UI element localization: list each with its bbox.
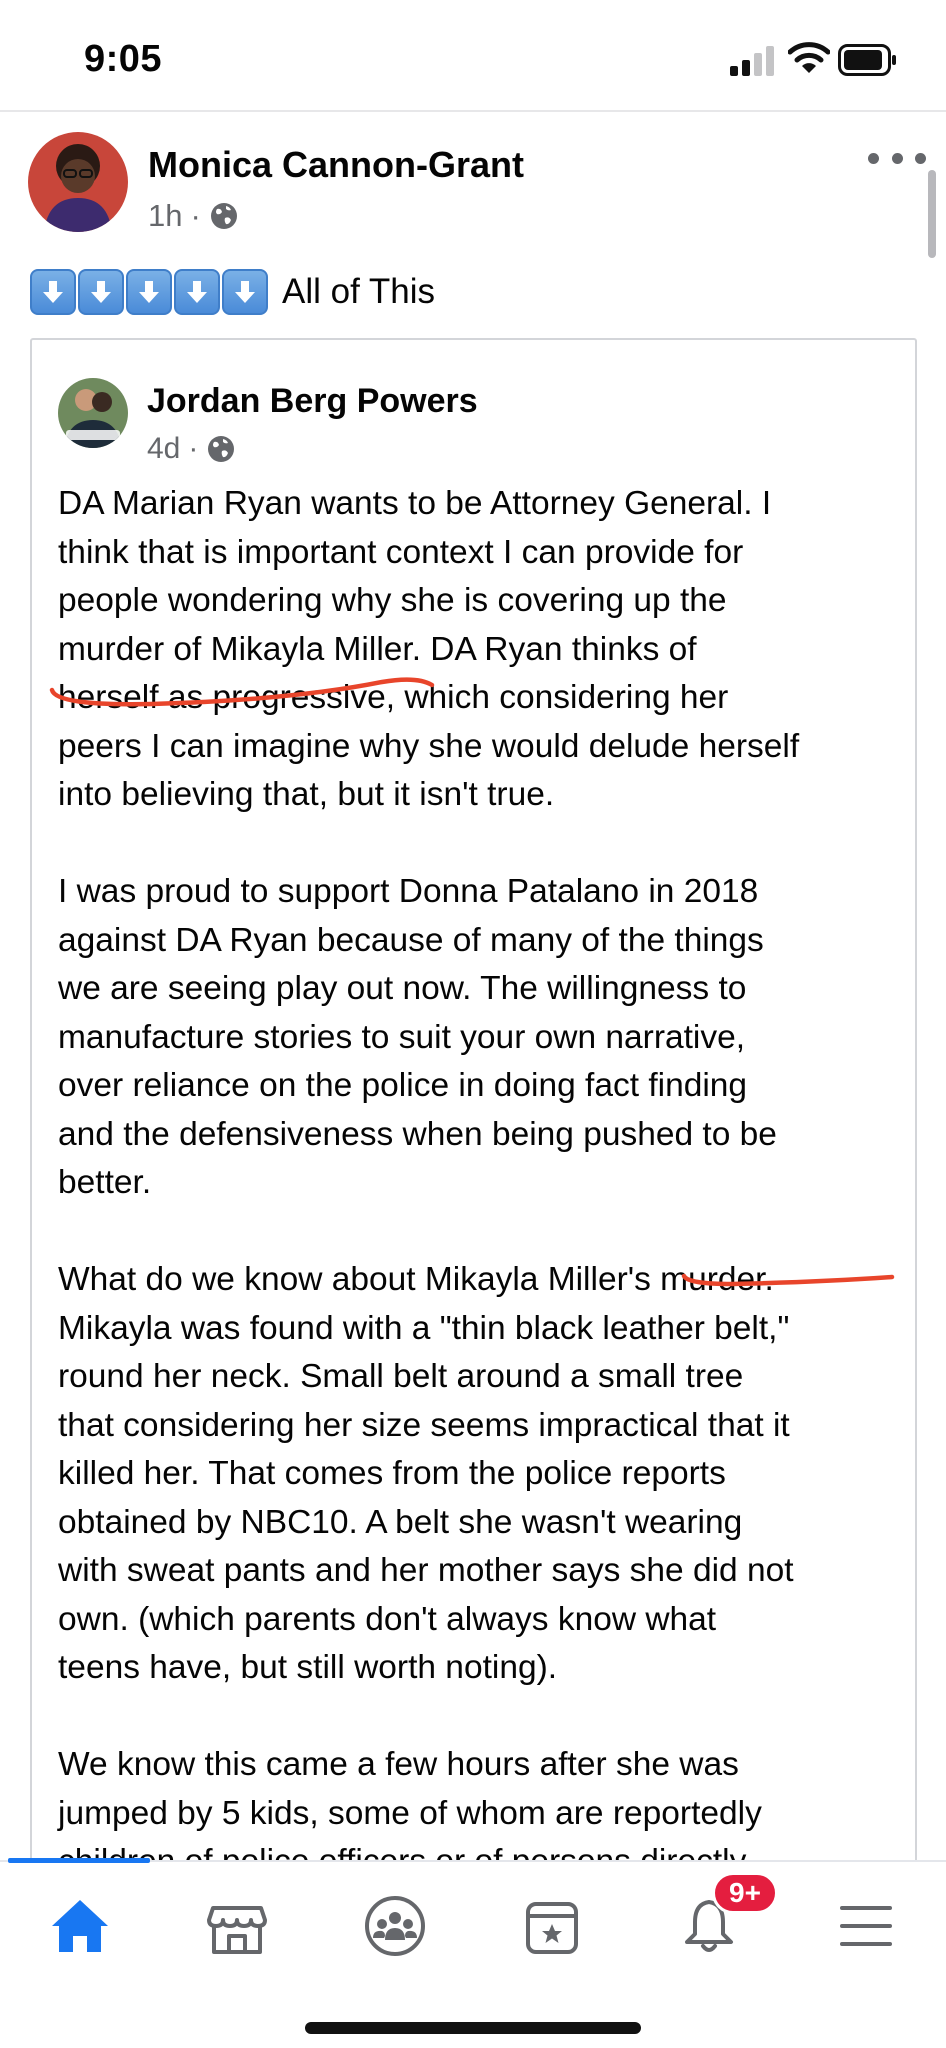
home-indicator[interactable] [305, 2022, 641, 2034]
text-line: I was proud to support Donna Patalano in… [58, 873, 759, 910]
post-message-text: All of This [282, 272, 436, 311]
globe-icon [208, 436, 235, 462]
globe-icon [210, 203, 237, 229]
shared-post-time[interactable]: 4d [147, 432, 180, 466]
text-line: and the defensiveness when being pushed … [58, 1115, 777, 1153]
tab-home[interactable] [25, 1884, 135, 1968]
text-line: What do we know about Mikayla Miller's m… [58, 1261, 774, 1298]
menu-icon [840, 1906, 892, 1946]
text-line: think that is important context I can pr… [58, 533, 744, 571]
text-line: Mikayla was found with a "thin black lea… [58, 1309, 790, 1347]
author-name[interactable]: Monica Cannon-Grant [148, 144, 524, 186]
text-line: peers I can imagine why she would delude… [58, 727, 800, 765]
tab-events[interactable] [497, 1884, 607, 1968]
text-line: over reliance on the police in doing fac… [58, 1067, 748, 1104]
text-line: murder of Mikayla Miller. DA Ryan thinks… [58, 630, 697, 668]
text-line: We know this came a few hours after she … [58, 1746, 739, 1783]
shared-post-meta: 4d · [147, 432, 236, 466]
tab-menu[interactable] [811, 1884, 921, 1968]
text-line: round her neck. Small belt around a smal… [58, 1358, 744, 1395]
arrow-down-emoji [78, 269, 124, 315]
paragraph: I was proud to support Donna Patalano in… [58, 868, 908, 1208]
shared-post-text: DA Marian Ryan wants to be Attorney Gene… [58, 480, 908, 1860]
post-meta: 1h · [148, 198, 239, 234]
text-line: own. (which parents don't always know wh… [58, 1600, 717, 1638]
author-avatar[interactable] [28, 132, 128, 232]
shared-author-name[interactable]: Jordan Berg Powers [147, 382, 478, 421]
arrow-down-emoji [222, 269, 268, 315]
notification-badge: 9+ [712, 1872, 778, 1914]
arrow-down-emoji [174, 269, 220, 315]
text-line: we are seeing play out now. The willingn… [58, 970, 747, 1007]
text-line: teens have, but still worth noting). [58, 1649, 558, 1686]
active-tab-indicator [8, 1858, 150, 1863]
text-line: better. [58, 1164, 152, 1201]
text-line: killed her. That comes from the police r… [58, 1455, 726, 1492]
events-icon [526, 1902, 578, 1954]
arrow-down-emoji [126, 269, 172, 315]
text-line: against DA Ryan because of many of the t… [58, 921, 764, 959]
feed-post: Monica Cannon-Grant 1h · All of This Jor… [0, 112, 946, 1860]
text-line: people wondering why she is covering up … [58, 582, 727, 619]
arrow-down-emoji [30, 269, 76, 315]
text-line: children of police officers or of person… [58, 1843, 746, 1860]
paragraph: We know this came a few hours after she … [58, 1741, 908, 1860]
wifi-icon [788, 42, 830, 73]
scrollbar[interactable] [928, 170, 936, 258]
bottom-tab-bar: 9+ [0, 1858, 946, 2048]
text-line: obtained by NBC10. A belt she wasn't wea… [58, 1503, 743, 1541]
battery-icon [838, 44, 896, 76]
shared-author-avatar[interactable] [58, 378, 128, 448]
shared-post-card[interactable]: Jordan Berg Powers 4d · DA Marian Ryan w… [30, 338, 917, 1860]
tab-marketplace[interactable] [182, 1884, 292, 1968]
groups-icon [365, 1896, 425, 1956]
text-line: that considering her size seems impracti… [58, 1406, 790, 1444]
text-line: manufacture stories to suit your own nar… [58, 1018, 746, 1056]
paragraph: What do we know about Mikayla Miller's m… [58, 1256, 908, 1693]
cellular-signal-icon [730, 46, 774, 76]
more-options-button[interactable] [868, 146, 926, 170]
post-time[interactable]: 1h [148, 198, 182, 234]
meta-separator: · [190, 198, 201, 233]
text-line: DA Marian Ryan wants to be Attorney Gene… [58, 485, 772, 522]
status-bar: 9:05 [0, 0, 946, 112]
text-line: with sweat pants and her mother says she… [58, 1552, 794, 1589]
text-line: herself as progressive, which considerin… [58, 679, 729, 716]
home-icon [52, 1900, 108, 1952]
status-time: 9:05 [84, 38, 163, 80]
meta-separator: · [188, 432, 199, 465]
paragraph: DA Marian Ryan wants to be Attorney Gene… [58, 480, 908, 820]
marketplace-icon [207, 1906, 267, 1954]
post-message: All of This [30, 262, 435, 322]
text-line: into believing that, but it isn't true. [58, 776, 555, 813]
text-line: jumped by 5 kids, some of whom are repor… [58, 1794, 762, 1832]
tab-groups[interactable] [340, 1884, 450, 1968]
